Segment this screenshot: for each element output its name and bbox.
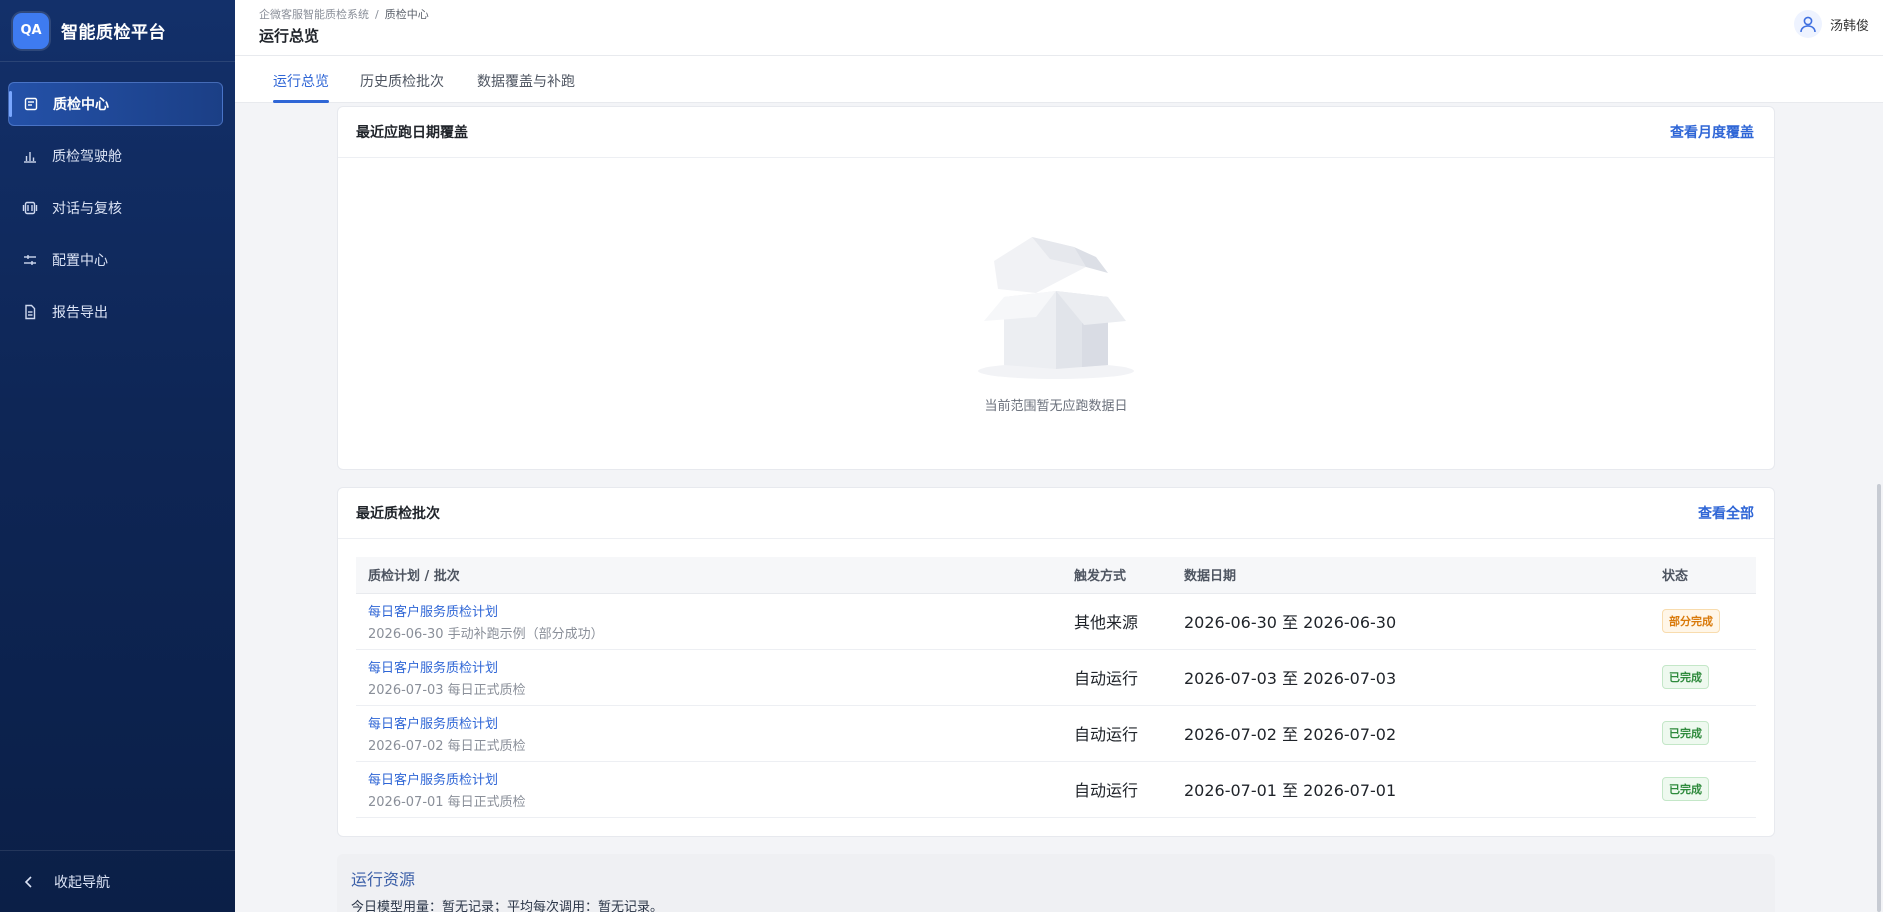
card-title: 最近应跑日期覆盖 xyxy=(356,125,468,141)
resource-usage-text: 今日模型用量：暂无记录；平均每次调用：暂无记录。 xyxy=(351,900,664,912)
sidebar: QA 智能质检平台 质检中心 质检驾驶舱 对话与复核 配置中心 报告导出 收起导… xyxy=(0,0,235,912)
breadcrumb: 企微客服智能质检系统 / 质检中心 xyxy=(259,6,429,22)
status-badge: 已完成 xyxy=(1662,665,1709,689)
sidebar-nav: 质检中心 质检驾驶舱 对话与复核 配置中心 报告导出 xyxy=(0,62,235,334)
sidebar-item-label: 质检中心 xyxy=(53,97,109,113)
breadcrumb-item: 质检中心 xyxy=(384,8,429,21)
status-cell: 已完成 xyxy=(1650,705,1756,762)
file-icon xyxy=(22,304,38,320)
sidebar-item-cockpit[interactable]: 质检驾驶舱 xyxy=(8,134,223,178)
trigger-cell: 自动运行 xyxy=(1062,705,1172,762)
brand-title: 智能质检平台 xyxy=(61,23,166,43)
resource-title: 运行资源 xyxy=(351,870,416,889)
tab-bar: 运行总览 历史质检批次 数据覆盖与补跑 xyxy=(235,56,1883,103)
status-badge: 部分完成 xyxy=(1662,609,1720,633)
batch-description: 2026-07-03 每日正式质检 xyxy=(368,682,526,698)
bar-chart-icon xyxy=(22,148,38,164)
breadcrumb-separator: / xyxy=(375,8,379,21)
card-header: 最近质检批次 查看全部 xyxy=(338,488,1774,539)
trigger-cell: 自动运行 xyxy=(1062,649,1172,706)
conversation-icon xyxy=(22,200,38,216)
sidebar-item-label: 报告导出 xyxy=(52,305,108,321)
card-header: 最近应跑日期覆盖 查看月度覆盖 xyxy=(338,107,1774,158)
tab-overview[interactable]: 运行总览 xyxy=(273,71,329,91)
column-header-plan: 质检计划 / 批次 xyxy=(356,557,1062,594)
sidebar-item-qa-center[interactable]: 质检中心 xyxy=(8,82,223,126)
column-header-trigger: 触发方式 xyxy=(1062,557,1172,594)
tab-active-indicator xyxy=(273,100,329,103)
page-title: 运行总览 xyxy=(259,27,320,45)
view-monthly-coverage-link[interactable]: 查看月度覆盖 xyxy=(1670,122,1754,142)
trigger-cell: 其他来源 xyxy=(1062,593,1172,650)
sidebar-item-config[interactable]: 配置中心 xyxy=(8,238,223,282)
document-icon xyxy=(23,96,39,112)
scrollbar-thumb[interactable] xyxy=(1877,484,1881,912)
plan-cell: 每日客户服务质检计划 2026-07-03 每日正式质检 xyxy=(356,649,1062,706)
empty-state: 当前范围暂无应跑数据日 xyxy=(338,217,1774,414)
plan-cell: 每日客户服务质检计划 2026-07-01 每日正式质检 xyxy=(356,761,1062,818)
collapse-nav-button[interactable]: 收起导航 xyxy=(0,850,235,912)
user-icon xyxy=(1800,16,1816,33)
recent-batches-card: 最近质检批次 查看全部 质检计划 / 批次 触发方式 数据日期 状态 每日客户服… xyxy=(337,487,1775,837)
plan-name-link[interactable]: 每日客户服务质检计划 xyxy=(368,769,1062,788)
batch-description: 2026-07-02 每日正式质检 xyxy=(368,738,526,754)
runtime-resources-panel: 运行资源 今日模型用量：暂无记录；平均每次调用：暂无记录。 xyxy=(337,854,1775,912)
date-cell: 2026-07-02 至 2026-07-02 xyxy=(1172,705,1650,762)
avatar xyxy=(1793,10,1822,38)
date-cell: 2026-06-30 至 2026-06-30 xyxy=(1172,593,1650,650)
sidebar-item-label: 对话与复核 xyxy=(52,201,122,217)
tab-coverage-rerun[interactable]: 数据覆盖与补跑 xyxy=(477,71,575,91)
status-cell: 部分完成 xyxy=(1650,593,1756,650)
plan-name-link[interactable]: 每日客户服务质检计划 xyxy=(368,601,1062,620)
table-row: 每日客户服务质检计划 2026-07-03 每日正式质检 自动运行 2026-0… xyxy=(356,649,1756,706)
coverage-card: 最近应跑日期覆盖 查看月度覆盖 当前范围暂无应跑数据日 xyxy=(337,106,1775,470)
tab-history-batches[interactable]: 历史质检批次 xyxy=(360,71,444,91)
table-row: 每日客户服务质检计划 2026-07-02 每日正式质检 自动运行 2026-0… xyxy=(356,705,1756,762)
card-title: 最近质检批次 xyxy=(356,506,440,522)
brand: QA 智能质检平台 xyxy=(0,0,235,62)
table-row: 每日客户服务质检计划 2026-06-30 手动补跑示例（部分成功） 其他来源 … xyxy=(356,593,1756,650)
user-name: 汤韩俊 xyxy=(1829,18,1869,34)
plan-cell: 每日客户服务质检计划 2026-06-30 手动补跑示例（部分成功） xyxy=(356,593,1062,650)
status-badge: 已完成 xyxy=(1662,721,1709,745)
sidebar-item-label: 质检驾驶舱 xyxy=(52,149,122,165)
empty-box-icon xyxy=(978,237,1134,379)
batch-description: 2026-07-01 每日正式质检 xyxy=(368,794,526,810)
batches-table: 质检计划 / 批次 触发方式 数据日期 状态 每日客户服务质检计划 2026-0… xyxy=(356,557,1756,818)
status-cell: 已完成 xyxy=(1650,761,1756,818)
user-menu[interactable]: 汤韩俊 xyxy=(1793,10,1869,38)
sliders-icon xyxy=(22,252,38,268)
main-scrollbar[interactable] xyxy=(1875,104,1883,912)
date-cell: 2026-07-01 至 2026-07-01 xyxy=(1172,761,1650,818)
plan-cell: 每日客户服务质检计划 2026-07-02 每日正式质检 xyxy=(356,705,1062,762)
chevron-left-icon xyxy=(24,875,32,888)
plan-name-link[interactable]: 每日客户服务质检计划 xyxy=(368,713,1062,732)
column-header-status: 状态 xyxy=(1650,557,1756,594)
column-header-date: 数据日期 xyxy=(1172,557,1650,594)
main-content: 最近应跑日期覆盖 查看月度覆盖 当前范围暂无应跑数据日 最近质检批次 查看全部 xyxy=(235,104,1883,912)
sidebar-item-label: 配置中心 xyxy=(52,253,108,269)
sidebar-item-conversation[interactable]: 对话与复核 xyxy=(8,186,223,230)
empty-state-text: 当前范围暂无应跑数据日 xyxy=(984,399,1128,414)
batch-description: 2026-06-30 手动补跑示例（部分成功） xyxy=(368,626,604,642)
plan-name-link[interactable]: 每日客户服务质检计划 xyxy=(368,657,1062,676)
table-row: 每日客户服务质检计划 2026-07-01 每日正式质检 自动运行 2026-0… xyxy=(356,761,1756,818)
date-cell: 2026-07-03 至 2026-07-03 xyxy=(1172,649,1650,706)
breadcrumb-item[interactable]: 企微客服智能质检系统 xyxy=(259,8,369,21)
collapse-nav-label: 收起导航 xyxy=(54,874,110,891)
brand-logo[interactable]: QA xyxy=(13,12,49,49)
sidebar-item-report-export[interactable]: 报告导出 xyxy=(8,290,223,334)
view-all-link[interactable]: 查看全部 xyxy=(1698,503,1754,523)
table-header-row: 质检计划 / 批次 触发方式 数据日期 状态 xyxy=(356,557,1756,594)
trigger-cell: 自动运行 xyxy=(1062,761,1172,818)
status-badge: 已完成 xyxy=(1662,777,1709,801)
header: 企微客服智能质检系统 / 质检中心 运行总览 汤韩俊 xyxy=(235,0,1883,56)
status-cell: 已完成 xyxy=(1650,649,1756,706)
